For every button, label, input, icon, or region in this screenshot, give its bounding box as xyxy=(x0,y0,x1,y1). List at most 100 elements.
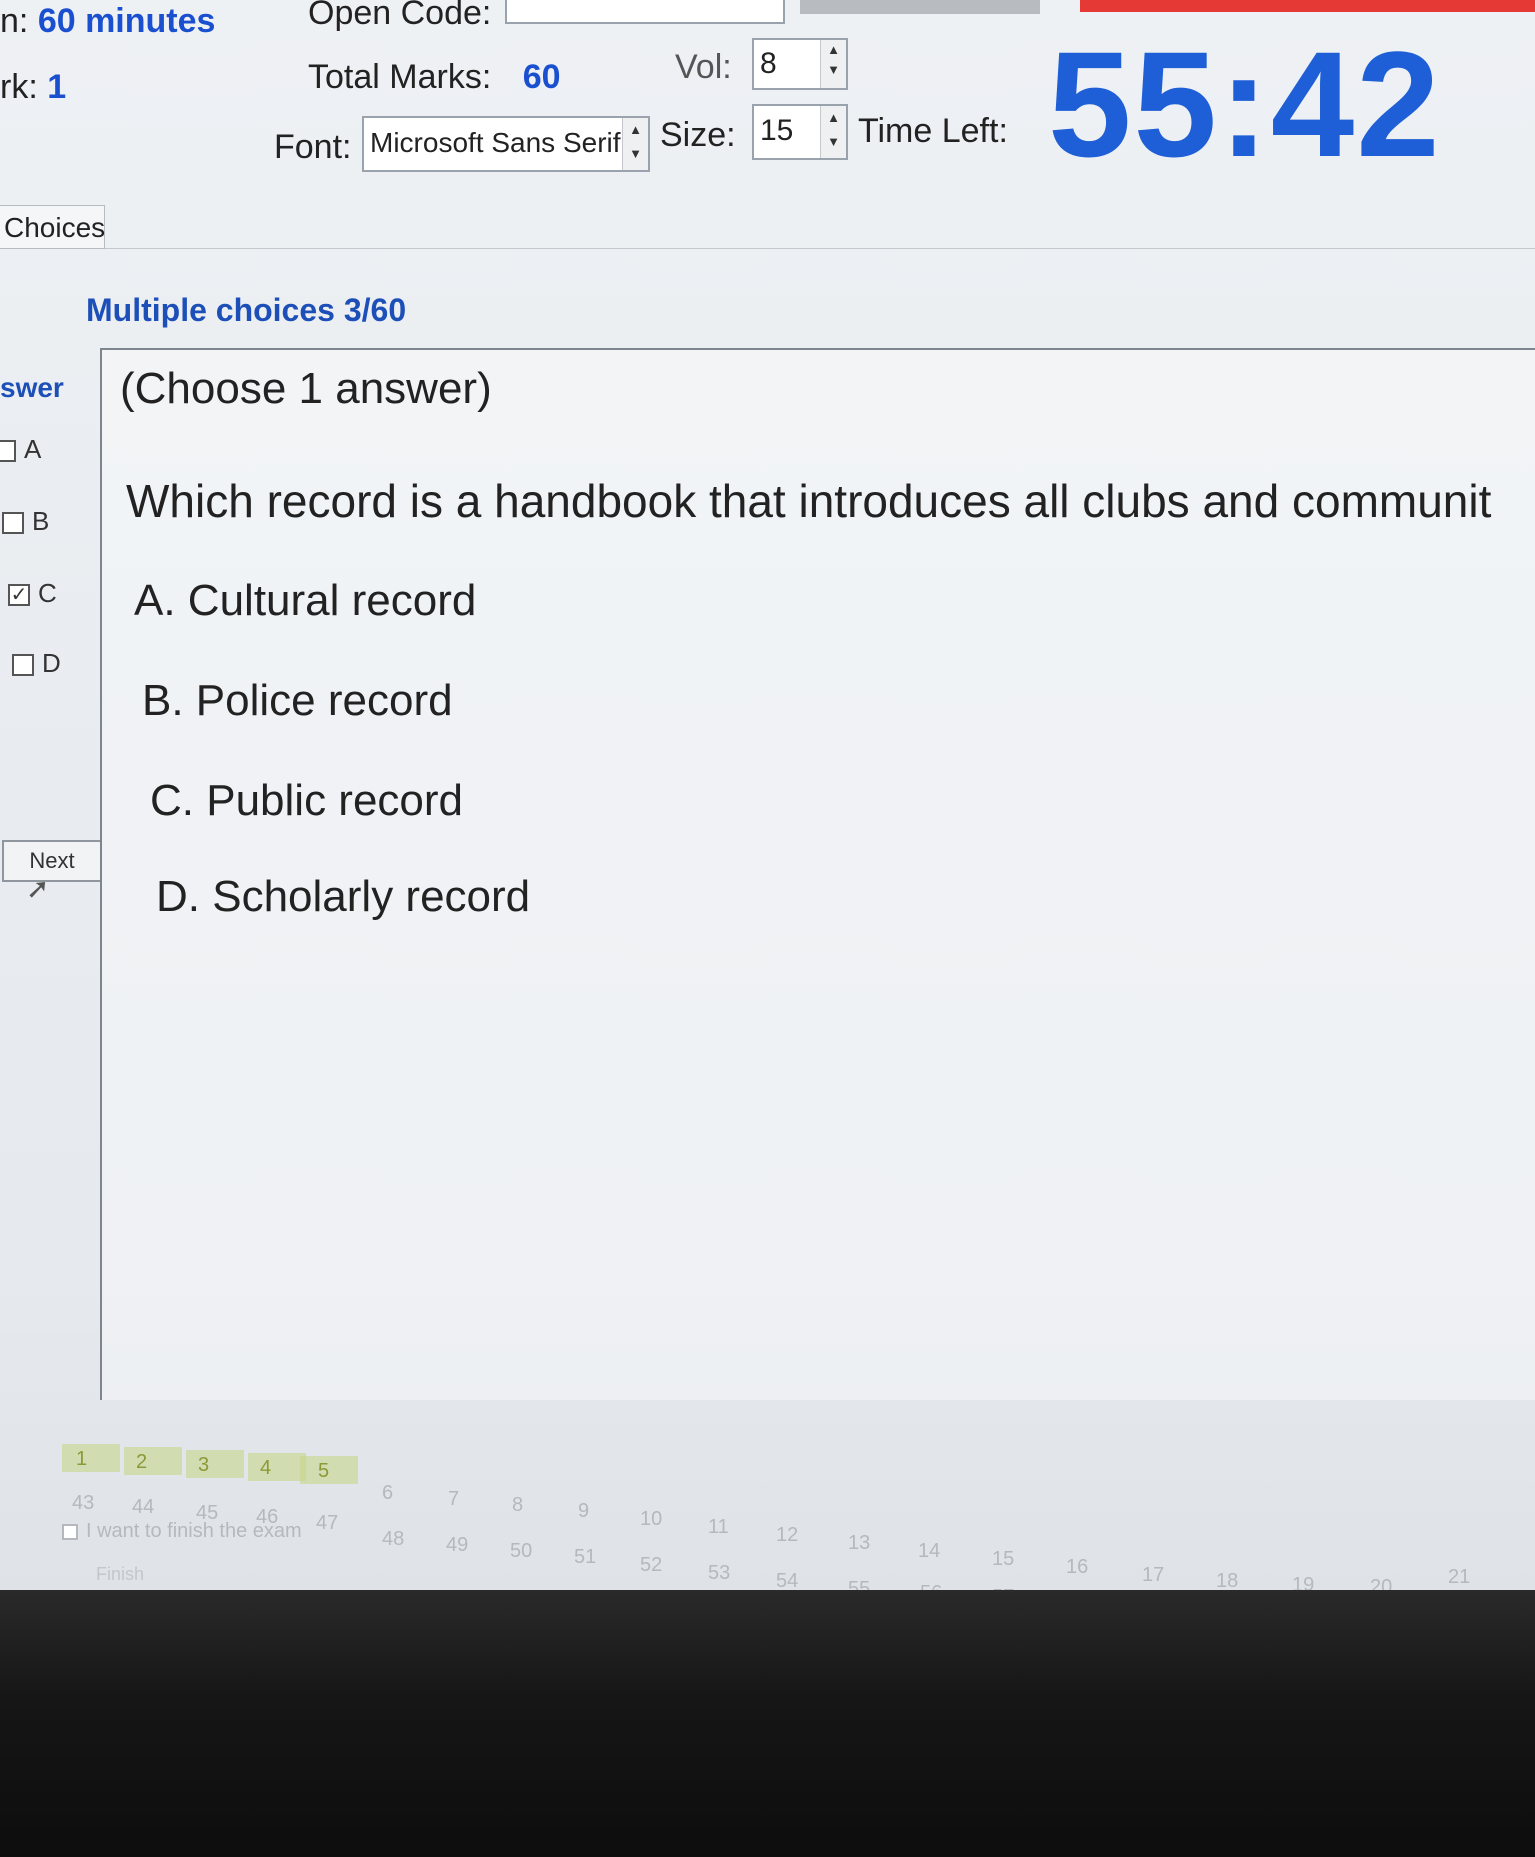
answer-option-c[interactable]: ✓ C xyxy=(8,578,57,609)
answered-cell[interactable] xyxy=(248,1453,306,1481)
question-option-b: B. Police record xyxy=(142,676,453,725)
spin-down-icon[interactable]: ▼ xyxy=(821,60,846,80)
question-number[interactable]: 1 xyxy=(76,1448,87,1471)
font-select[interactable]: Microsoft Sans Serif ▲ ▼ xyxy=(362,116,650,172)
top-red-bar xyxy=(1080,0,1535,12)
question-instruction: (Choose 1 answer) xyxy=(120,364,492,413)
question-text: Which record is a handbook that introduc… xyxy=(126,475,1492,527)
answer-option-label: A xyxy=(24,434,42,464)
question-option-a: A. Cultural record xyxy=(134,576,477,625)
open-code-input[interactable] xyxy=(505,0,785,24)
question-number[interactable]: 11 xyxy=(708,1516,729,1539)
question-number[interactable]: 48 xyxy=(382,1528,404,1551)
question-number[interactable]: 51 xyxy=(574,1546,596,1569)
checkbox-a[interactable] xyxy=(0,440,16,463)
question-number[interactable]: 10 xyxy=(640,1508,662,1531)
checkbox-d[interactable] xyxy=(12,654,34,677)
question-number[interactable]: 19 xyxy=(1292,1574,1314,1590)
question-number[interactable]: 44 xyxy=(132,1496,154,1519)
question-number[interactable]: 3 xyxy=(198,1454,209,1477)
tab-divider xyxy=(105,248,1535,249)
top-gray-button[interactable] xyxy=(800,0,1040,14)
font-spinner[interactable]: ▲ ▼ xyxy=(622,118,648,170)
question-number[interactable]: 14 xyxy=(918,1540,940,1563)
open-code-label: Open Code: xyxy=(308,0,492,32)
question-number[interactable]: 47 xyxy=(316,1512,338,1535)
monitor-bezel xyxy=(0,1590,1535,1857)
total-marks-value: 60 xyxy=(522,58,561,96)
checkbox-b[interactable] xyxy=(2,512,24,535)
answer-option-label: B xyxy=(32,506,50,536)
section-title: Multiple choices 3/60 xyxy=(86,292,407,328)
vol-label: Vol: xyxy=(675,48,732,86)
question-number[interactable]: 21 xyxy=(1448,1566,1470,1589)
size-value: 15 xyxy=(760,114,794,147)
next-button-label: Next xyxy=(29,848,75,873)
total-marks-label: Total Marks: xyxy=(308,58,492,96)
time-left-timer: 55:42 xyxy=(1048,20,1442,188)
question-number[interactable]: 43 xyxy=(72,1492,94,1515)
question-number[interactable]: 52 xyxy=(640,1554,662,1577)
time-left-label: Time Left: xyxy=(858,112,1008,150)
question-number[interactable]: 5 xyxy=(318,1460,329,1483)
spin-up-icon[interactable]: ▲ xyxy=(821,106,846,130)
answer-option-a[interactable]: A xyxy=(0,434,41,465)
question-number[interactable]: 6 xyxy=(382,1482,393,1505)
checkbox-c-checked[interactable]: ✓ xyxy=(8,584,30,607)
finish-exam-checkbox[interactable] xyxy=(62,1523,78,1540)
answered-cell[interactable] xyxy=(62,1444,120,1472)
question-number[interactable]: 9 xyxy=(578,1500,589,1523)
vol-spinner[interactable]: ▲ ▼ xyxy=(820,40,846,88)
question-number[interactable]: 50 xyxy=(510,1540,532,1563)
tab-choices[interactable]: Choices xyxy=(0,205,105,249)
question-number[interactable]: 56 xyxy=(920,1582,942,1590)
mark-value: 1 xyxy=(47,68,67,106)
mark-label: rk: xyxy=(0,68,38,106)
finish-exam-row[interactable]: I want to finish the exam xyxy=(62,1520,302,1543)
size-input[interactable]: 15 ▲ ▼ xyxy=(752,104,848,160)
mark-row: rk: 1 xyxy=(0,68,66,107)
question-number[interactable]: 17 xyxy=(1142,1564,1164,1587)
vol-value: 8 xyxy=(760,47,777,80)
answer-option-label: C xyxy=(38,578,57,608)
question-number[interactable]: 20 xyxy=(1370,1576,1392,1590)
mouse-cursor-icon: ➚ xyxy=(26,873,50,904)
question-number[interactable]: 53 xyxy=(708,1562,730,1585)
tab-choices-label: Choices xyxy=(4,212,106,243)
question-option-c: C. Public record xyxy=(150,776,464,825)
question-number[interactable]: 15 xyxy=(992,1548,1014,1571)
question-option-d: D. Scholarly record xyxy=(156,872,531,921)
answered-cell[interactable] xyxy=(186,1450,244,1478)
answer-option-label: D xyxy=(42,648,61,678)
exam-screen: n: 60 minutes rk: 1 Open Code: Total Mar… xyxy=(0,0,1535,1590)
question-number[interactable]: 49 xyxy=(446,1534,468,1557)
finish-button[interactable]: Finish xyxy=(96,1564,144,1585)
spin-up-icon[interactable]: ▲ xyxy=(623,118,648,142)
font-label: Font: xyxy=(274,128,352,166)
question-number[interactable]: 55 xyxy=(848,1578,870,1590)
spin-down-icon[interactable]: ▼ xyxy=(821,130,846,154)
question-number[interactable]: 54 xyxy=(776,1570,798,1590)
answer-option-b[interactable]: B xyxy=(2,506,49,537)
question-number[interactable]: 8 xyxy=(512,1494,523,1517)
question-number[interactable]: 2 xyxy=(136,1451,147,1474)
size-spinner[interactable]: ▲ ▼ xyxy=(820,106,846,158)
question-number[interactable]: 18 xyxy=(1216,1570,1238,1590)
question-number[interactable]: 16 xyxy=(1066,1556,1088,1579)
question-number[interactable]: 7 xyxy=(448,1488,459,1511)
question-number[interactable]: 4 xyxy=(260,1457,271,1480)
next-button[interactable]: Next xyxy=(2,840,102,882)
duration-row: n: 60 minutes xyxy=(0,2,215,41)
duration-value: 60 minutes xyxy=(37,2,216,40)
total-marks-row: Total Marks: 60 xyxy=(308,58,561,97)
spin-up-icon[interactable]: ▲ xyxy=(821,40,846,60)
question-number[interactable]: 13 xyxy=(848,1532,870,1555)
question-number[interactable]: 12 xyxy=(776,1524,798,1547)
answered-cell[interactable] xyxy=(124,1447,182,1475)
spin-down-icon[interactable]: ▼ xyxy=(623,142,648,166)
duration-label: n: xyxy=(0,2,29,40)
answer-header: swer xyxy=(0,372,64,403)
font-select-value: Microsoft Sans Serif xyxy=(370,127,621,158)
vol-input[interactable]: 8 ▲ ▼ xyxy=(752,38,848,90)
answer-option-d[interactable]: D xyxy=(12,648,61,679)
